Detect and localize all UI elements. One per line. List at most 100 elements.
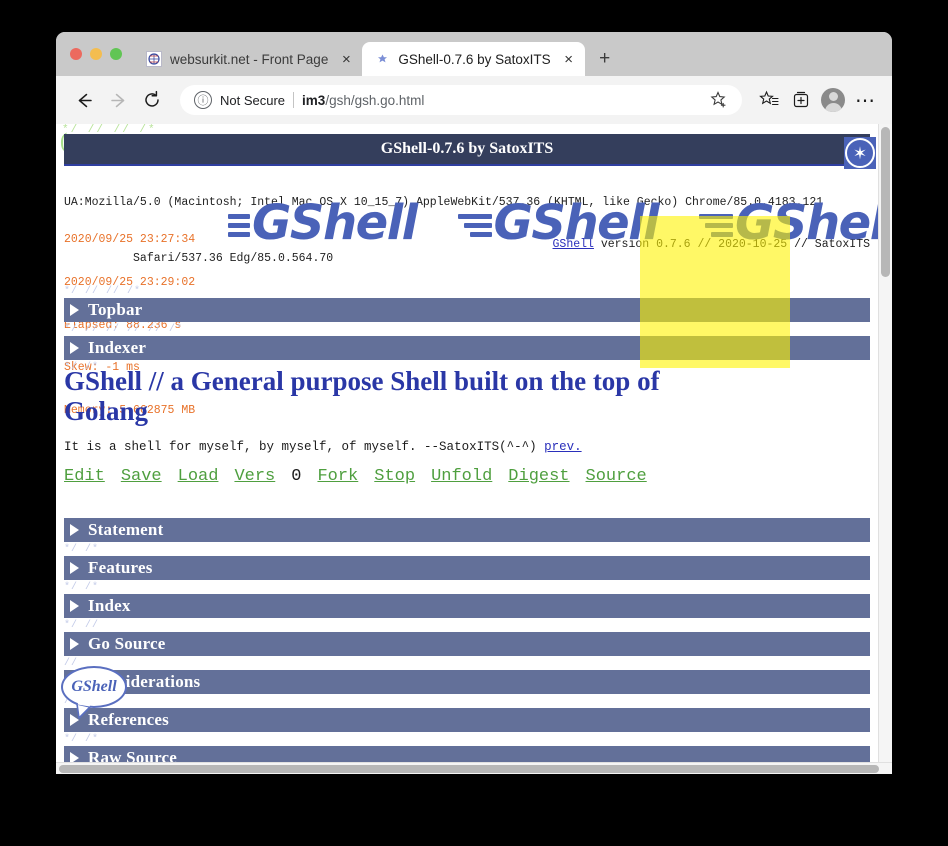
fold-bar-label: Statement <box>88 520 164 539</box>
page-heading: GShell // a General purpose Shell built … <box>64 366 660 427</box>
fold-comment-marker: */ // <box>64 620 100 631</box>
forward-button[interactable] <box>102 84 134 116</box>
page-title-bar: GShell-0.7.6 by SatoxITS ✶ <box>64 134 876 169</box>
chevron-right-icon <box>70 304 79 316</box>
tab-title-gshell: GShell-0.7.6 by SatoxITS <box>398 51 551 67</box>
fold-bar-statement[interactable]: Statement <box>64 518 870 542</box>
command-edit[interactable]: Edit <box>64 467 105 486</box>
fold-comment-marker: */ // // /* <box>64 286 142 297</box>
horizontal-scrollbar-thumb[interactable] <box>59 765 879 773</box>
speed-lines-icon <box>457 203 492 243</box>
close-icon[interactable]: × <box>559 49 579 69</box>
security-status-label: Not Secure <box>220 92 286 108</box>
close-icon[interactable]: × <box>336 49 356 69</box>
fold-bar-go-source[interactable]: Go Source <box>64 632 870 656</box>
fold-bar-label: Features <box>88 558 153 577</box>
bookmark-star-icon[interactable] <box>704 85 734 115</box>
chevron-right-icon <box>70 342 79 354</box>
gshell-logo-text: GShell <box>252 195 418 251</box>
fold-bar-index[interactable]: Index <box>64 594 870 618</box>
chevron-right-icon <box>70 600 79 612</box>
vertical-scrollbar-thumb[interactable] <box>881 127 890 277</box>
tab-title-websurkit: websurkit.net - Front Page <box>170 51 329 67</box>
address-bar[interactable]: ⓘ Not Secure im3/gsh/gsh.go.html <box>180 85 742 115</box>
command-save[interactable]: Save <box>121 467 162 486</box>
browser-toolbar: ⓘ Not Secure im3/gsh/gsh.go.html ⋯ <box>56 76 892 124</box>
speed-lines-icon <box>216 203 250 243</box>
fold-bar-label: Raw Source <box>88 748 178 762</box>
fold-comment-marker: // <box>64 658 79 669</box>
command-source[interactable]: Source <box>586 467 647 486</box>
chevron-right-icon <box>70 752 79 762</box>
close-window-button[interactable] <box>70 48 82 60</box>
command-unfold[interactable]: Unfold <box>431 467 492 486</box>
fold-bar-considerations[interactable]: Considerations <box>64 670 870 694</box>
gshell-bubble-logo: GShell <box>61 666 129 726</box>
fold-comment-marker: */ /* <box>64 734 100 745</box>
url-divider <box>293 92 295 108</box>
browser-window: websurkit.net - Front Page × GShell-0.7.… <box>56 32 892 774</box>
command-digest[interactable]: Digest <box>508 467 569 486</box>
collections-star-icon[interactable] <box>754 85 784 115</box>
fold-comment-marker: */ // // // // /* <box>64 324 184 335</box>
fold-bar-label: Indexer <box>88 338 147 357</box>
minimize-window-button[interactable] <box>90 48 102 60</box>
browser-tab-websurkit[interactable]: websurkit.net - Front Page × <box>134 42 363 76</box>
more-options-icon[interactable]: ⋯ <box>850 85 880 115</box>
chevron-right-icon <box>70 638 79 650</box>
version-count: 0 <box>291 467 302 486</box>
url-path: /gsh/gsh.go.html <box>325 92 425 108</box>
chevron-right-icon <box>70 562 79 574</box>
command-load[interactable]: Load <box>178 467 219 486</box>
fold-bar-label: Index <box>88 596 131 615</box>
bubble-tail-icon <box>76 702 91 719</box>
avatar <box>821 88 845 112</box>
tab-panel-icon[interactable] <box>786 85 816 115</box>
prev-link[interactable]: prev. <box>544 440 582 454</box>
command-toolbar: Edit Save Load Vers 0 Fork Stop Unfold Digest Sou… <box>64 464 764 489</box>
gshell-favicon-icon <box>374 51 390 67</box>
gshell-logo-1: GShell <box>216 195 418 261</box>
page-tagline: It is a shell for myself, by myself, of … <box>64 440 582 454</box>
command-vers[interactable]: Vers <box>234 467 275 486</box>
bubble-label: GShell <box>71 678 117 695</box>
profile-avatar[interactable] <box>818 85 848 115</box>
fold-bar-raw-source[interactable]: Raw Source <box>64 746 870 762</box>
fold-bar-features[interactable]: Features <box>64 556 870 580</box>
info-icon[interactable]: ⓘ <box>194 91 212 109</box>
speed-lines-icon <box>699 203 734 243</box>
chevron-right-icon <box>70 524 79 536</box>
fold-bar-label: Topbar <box>88 300 143 319</box>
gshell-logo-row: GShell GShell GShell <box>216 199 878 274</box>
gshell-logo-text: GShell <box>735 195 878 251</box>
fold-bar-indexer[interactable]: Indexer <box>64 336 870 360</box>
gshell-logo-3: GShell <box>699 199 878 261</box>
web-page-content: */ // // /* ( GShell-0.7.6 by SatoxITS ✶… <box>56 124 878 762</box>
gshell-logo-2: GShell <box>457 195 660 261</box>
reload-button[interactable] <box>136 84 168 116</box>
fold-bar-label: Go Source <box>88 634 166 653</box>
vertical-scrollbar[interactable] <box>878 124 892 762</box>
fold-bar-references[interactable]: References <box>64 708 870 732</box>
tagline-text: It is a shell for myself, by myself, of … <box>64 440 545 454</box>
back-button[interactable] <box>68 84 100 116</box>
browser-tab-gshell[interactable]: GShell-0.7.6 by SatoxITS × <box>362 42 585 76</box>
page-viewport: */ // // /* ( GShell-0.7.6 by SatoxITS ✶… <box>56 124 892 774</box>
page-title: GShell-0.7.6 by SatoxITS <box>380 140 554 157</box>
fold-bar-topbar[interactable]: Topbar <box>64 298 870 322</box>
star-badge-icon[interactable]: ✶ <box>844 137 876 169</box>
horizontal-scrollbar[interactable] <box>56 762 892 774</box>
maximize-window-button[interactable] <box>110 48 122 60</box>
command-fork[interactable]: Fork <box>317 467 358 486</box>
top-fold-bars: */ // // /* Topbar */ // // // // /* Ind… <box>64 286 870 374</box>
command-stop[interactable]: Stop <box>374 467 415 486</box>
star-glyph: ✶ <box>845 138 875 168</box>
gshell-logo-text: GShell <box>493 195 660 251</box>
url-text[interactable]: im3/gsh/gsh.go.html <box>302 93 696 108</box>
tab-strip: websurkit.net - Front Page × GShell-0.7.… <box>56 32 892 76</box>
stat-start-time: 2020/09/25 23:27:34 <box>64 233 196 247</box>
new-tab-button[interactable]: + <box>591 45 619 73</box>
websurkit-favicon-icon <box>146 51 162 67</box>
section-fold-bars: Statement */ /* Features */ /* Index */ … <box>64 518 870 762</box>
window-traffic-lights <box>66 32 134 76</box>
